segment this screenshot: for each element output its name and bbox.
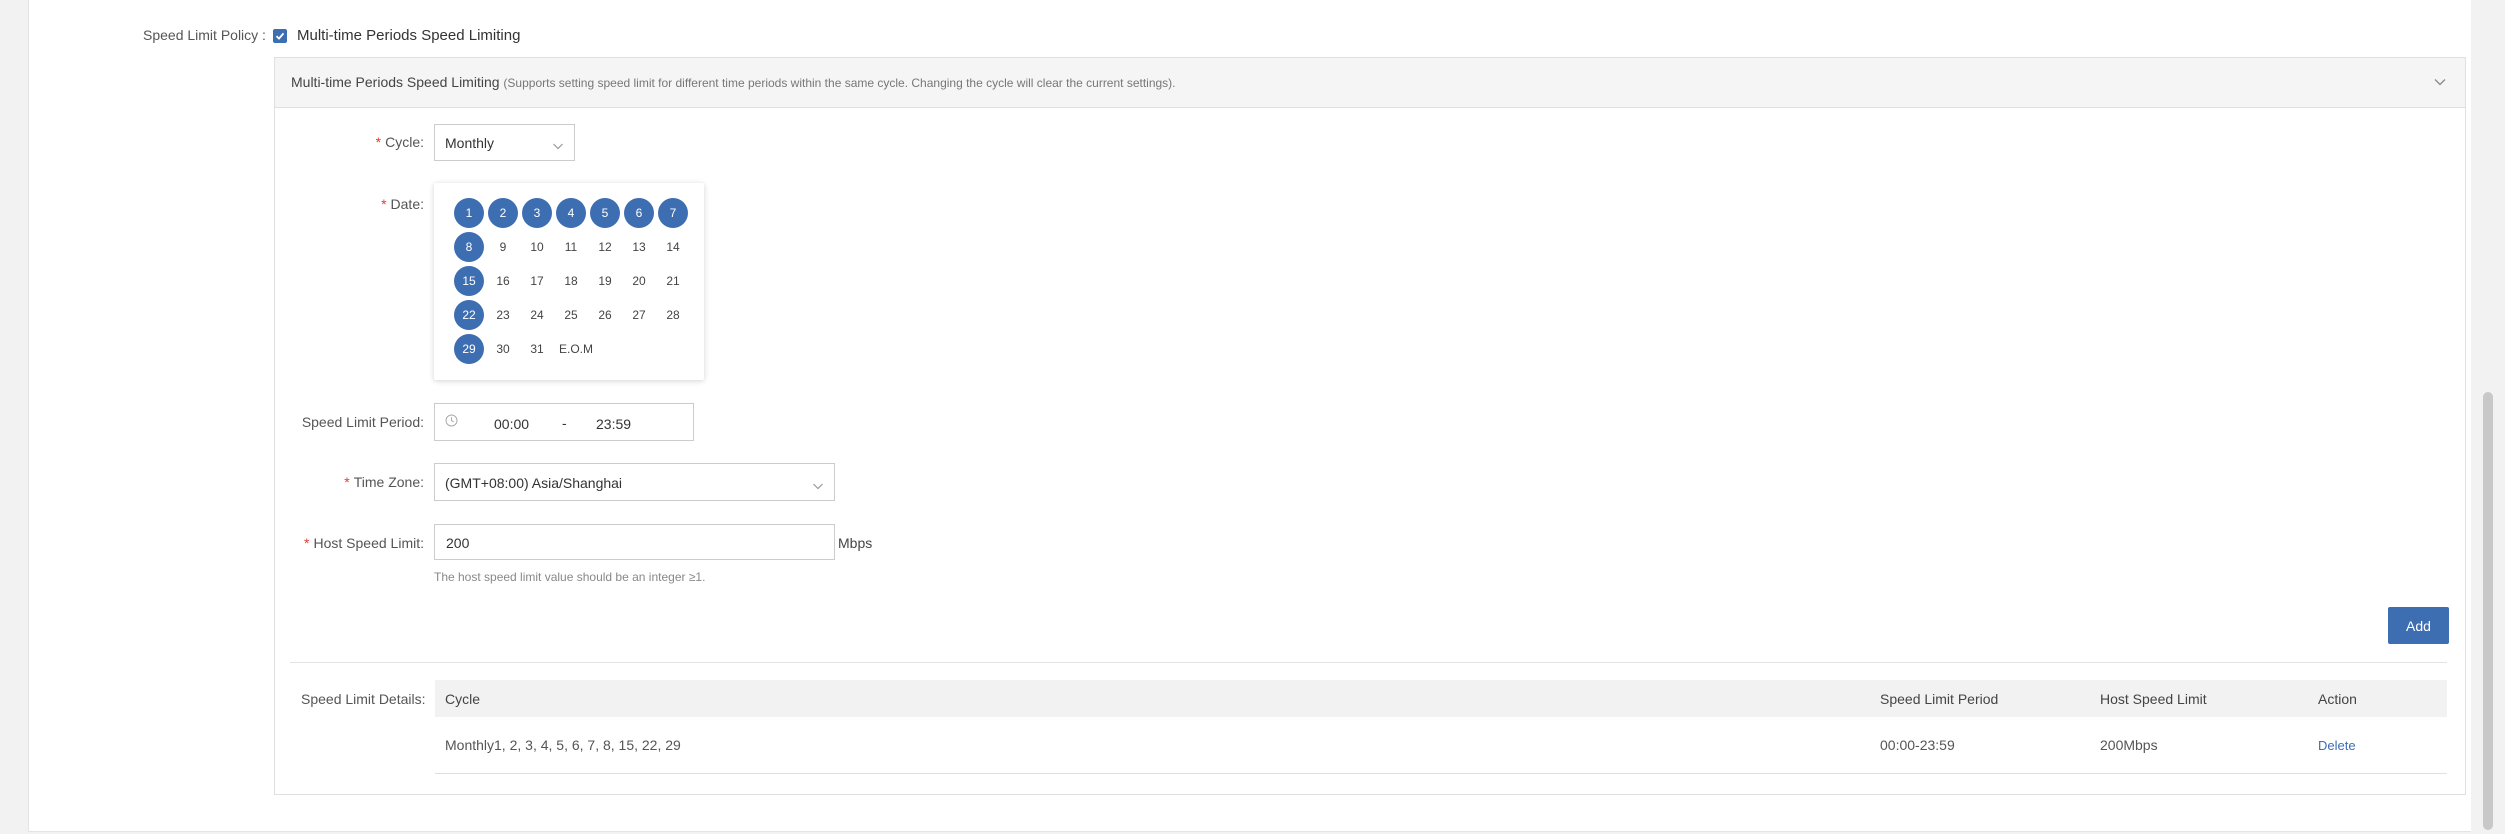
row-divider (435, 773, 2447, 774)
calendar-day[interactable]: 5 (590, 198, 620, 228)
calendar-day[interactable]: 26 (590, 300, 620, 330)
calendar-day[interactable]: 23 (488, 300, 518, 330)
host-speed-limit-input[interactable]: 200 (434, 524, 835, 560)
column-header-cycle: Cycle (445, 691, 481, 707)
calendar-day[interactable]: 22 (454, 300, 484, 330)
calendar-day[interactable]: 31 (522, 334, 552, 364)
host-speed-limit-hint: The host speed limit value should be an … (434, 570, 706, 584)
column-header-action: Action (2318, 691, 2357, 707)
speed-unit: Mbps (838, 535, 873, 551)
calendar-day[interactable]: 27 (624, 300, 654, 330)
date-label: * Date: (300, 196, 424, 212)
calendar-day[interactable]: 8 (454, 232, 484, 262)
calendar-day[interactable]: 3 (522, 198, 552, 228)
time-zone-select-value: (GMT+08:00) Asia/Shanghai (445, 475, 623, 491)
speed-limit-details-label: Speed Limit Details: (301, 691, 426, 707)
clock-icon (445, 414, 458, 430)
required-mark: * (381, 196, 387, 212)
divider (290, 662, 2447, 663)
calendar-day[interactable]: 11 (556, 232, 586, 262)
column-header-period: Speed Limit Period (1880, 691, 1999, 707)
panel-header[interactable]: Multi-time Periods Speed Limiting (Suppo… (275, 58, 2465, 108)
calendar-day[interactable]: 7 (658, 198, 688, 228)
cycle-select[interactable]: Monthly (434, 124, 575, 161)
start-time-input[interactable]: 00:00 (494, 416, 529, 432)
calendar-day[interactable]: 2 (488, 198, 518, 228)
panel-title-text: Multi-time Periods Speed Limiting (291, 74, 500, 90)
end-time-input[interactable]: 23:59 (596, 416, 631, 432)
delete-link[interactable]: Delete (2318, 738, 2356, 753)
calendar-day[interactable]: 10 (522, 232, 552, 262)
chevron-down-icon (812, 478, 824, 494)
calendar-day[interactable]: 13 (624, 232, 654, 262)
calendar-day[interactable]: 17 (522, 266, 552, 296)
calendar-day[interactable]: 4 (556, 198, 586, 228)
host-speed-limit-label: * Host Speed Limit: (280, 535, 424, 551)
date-picker-calendar: 1 2 3 4 5 6 7 8 9 10 11 12 13 14 15 16 17 18 19 20 21 22 23 24 2… (434, 183, 704, 380)
calendar-day[interactable]: 28 (658, 300, 688, 330)
calendar-day[interactable]: 15 (454, 266, 484, 296)
required-mark: * (304, 535, 310, 551)
calendar-day[interactable]: 29 (454, 334, 484, 364)
calendar-day[interactable]: 25 (556, 300, 586, 330)
calendar-day[interactable]: 6 (624, 198, 654, 228)
host-speed-limit-value: 200 (446, 535, 470, 551)
calendar-day[interactable]: 20 (624, 266, 654, 296)
time-range-picker[interactable]: 00:00 - 23:59 (434, 403, 694, 441)
add-button[interactable]: Add (2388, 607, 2449, 644)
multi-period-checkbox[interactable] (273, 29, 287, 43)
time-zone-label-text: Time Zone: (353, 474, 424, 490)
speed-limit-period-label: Speed Limit Period: (301, 414, 424, 430)
calendar-day[interactable]: 12 (590, 232, 620, 262)
calendar-day[interactable]: 16 (488, 266, 518, 296)
row-cycle-cell: Monthly1, 2, 3, 4, 5, 6, 7, 8, 15, 22, 2… (445, 737, 681, 753)
calendar-day[interactable]: E.O.M (556, 334, 596, 364)
table-header: Cycle Speed Limit Period Host Speed Limi… (435, 680, 2447, 717)
scrollbar-thumb[interactable] (2483, 392, 2493, 830)
host-speed-limit-label-text: Host Speed Limit: (313, 535, 425, 551)
calendar-day[interactable]: 9 (488, 232, 518, 262)
calendar-day[interactable]: 14 (658, 232, 688, 262)
cycle-label-text: Cycle: (385, 134, 424, 150)
time-zone-label: * Time Zone: (300, 474, 424, 490)
required-mark: * (344, 474, 350, 490)
row-limit-cell: 200Mbps (2100, 737, 2158, 753)
chevron-down-icon (552, 138, 564, 154)
calendar-day[interactable]: 30 (488, 334, 518, 364)
calendar-day[interactable]: 19 (590, 266, 620, 296)
cycle-label: * Cycle: (300, 134, 424, 150)
chevron-down-icon[interactable] (2433, 75, 2447, 94)
calendar-day[interactable]: 21 (658, 266, 688, 296)
speed-limit-policy-label: Speed Limit Policy : (143, 27, 266, 43)
speed-limit-details-table: Cycle Speed Limit Period Host Speed Limi… (435, 680, 2447, 774)
time-zone-select[interactable]: (GMT+08:00) Asia/Shanghai (434, 463, 835, 501)
check-icon (275, 32, 285, 40)
cycle-select-value: Monthly (445, 135, 495, 151)
calendar-day[interactable]: 1 (454, 198, 484, 228)
row-period-cell: 00:00-23:59 (1880, 737, 1955, 753)
column-header-limit: Host Speed Limit (2100, 691, 2207, 707)
time-separator: - (562, 415, 567, 431)
panel-title: Multi-time Periods Speed Limiting (Suppo… (291, 74, 1176, 90)
calendar-day[interactable]: 18 (556, 266, 586, 296)
required-mark: * (375, 134, 382, 150)
panel-description: (Supports setting speed limit for differ… (503, 76, 1176, 90)
multi-period-checkbox-label[interactable]: Multi-time Periods Speed Limiting (297, 27, 520, 44)
date-label-text: Date: (390, 196, 424, 212)
calendar-day[interactable]: 24 (522, 300, 552, 330)
